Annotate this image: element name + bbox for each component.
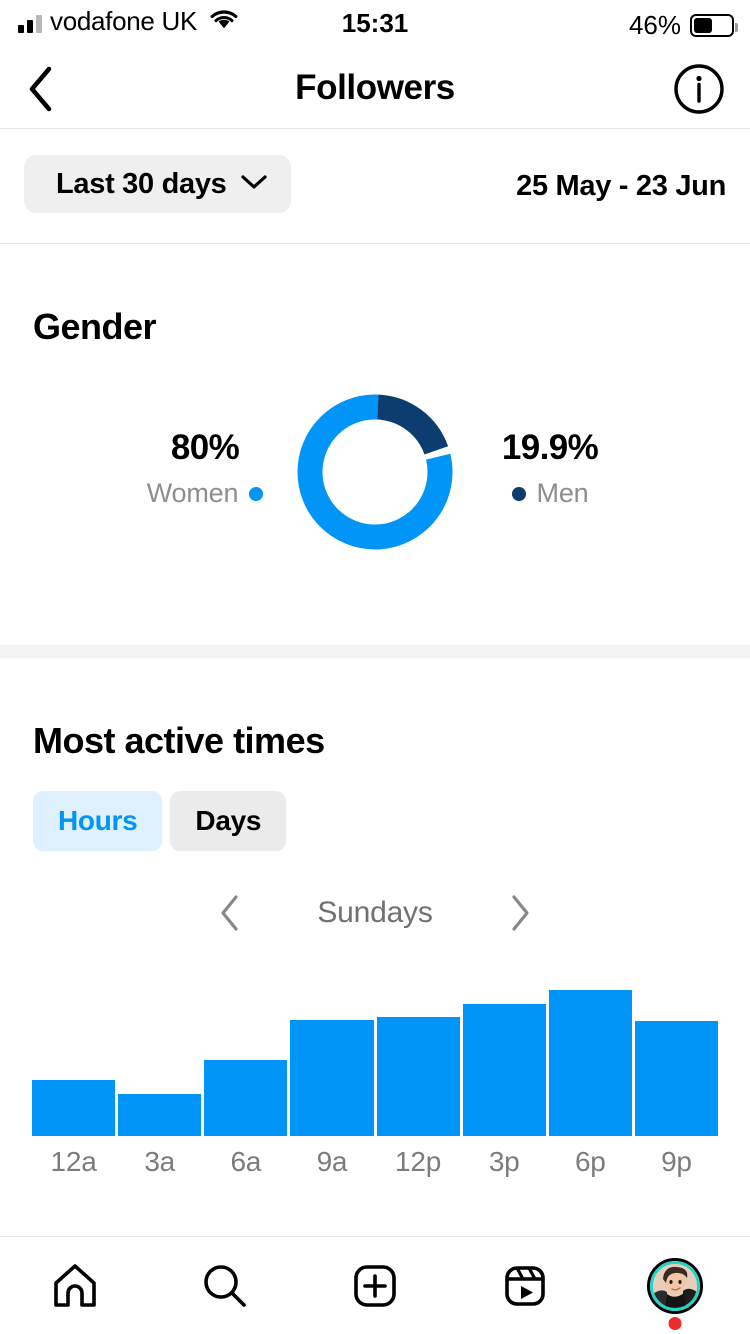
women-percent: 80% <box>170 428 240 467</box>
chevron-right-icon <box>512 895 529 931</box>
chevron-left-icon <box>221 895 238 931</box>
bar-6p[interactable] <box>548 990 632 1136</box>
navigation-bar: Followers <box>0 48 750 128</box>
gender-section: Gender 80% Women 19.9% Men <box>0 244 750 645</box>
activity-bar-chart <box>32 976 718 1136</box>
x-label-9a: 9a <box>316 1146 348 1177</box>
info-circle-icon <box>674 64 724 114</box>
tab-home[interactable] <box>0 1237 150 1334</box>
date-range-selector-label: Last 30 days <box>56 167 227 200</box>
info-button[interactable] <box>672 62 726 116</box>
x-label-6p: 6p <box>574 1146 606 1177</box>
selected-day-label: Sundays <box>317 896 433 929</box>
day-selector: Sundays <box>0 883 750 943</box>
tab-hours[interactable]: Hours <box>33 791 163 851</box>
bar-9p[interactable] <box>634 1021 718 1136</box>
bar-3a[interactable] <box>118 1094 202 1136</box>
filter-row: Last 30 days 25 May - 23 Jun <box>0 129 750 243</box>
profile-notification-dot <box>668 1316 682 1330</box>
avatar-photo <box>653 1263 697 1308</box>
previous-day-button[interactable] <box>195 883 265 943</box>
x-label-9p: 9p <box>661 1146 692 1177</box>
date-range-selector[interactable]: Last 30 days <box>24 155 291 213</box>
bar-chart-x-axis-labels: 12a 3a 6a 9a 12p 3p 6p 9p <box>32 1146 718 1178</box>
next-day-button[interactable] <box>485 883 555 943</box>
most-active-times-title: Most active times <box>33 720 325 761</box>
reels-icon <box>505 1265 545 1306</box>
bar-12p[interactable] <box>376 1017 460 1136</box>
x-label-12a: 12a <box>50 1146 97 1177</box>
section-separator <box>0 645 750 658</box>
bar-12a[interactable] <box>32 1080 116 1136</box>
battery-icon <box>690 14 738 37</box>
status-bar: vodafone UK 15:31 46% <box>0 0 750 48</box>
plus-square-icon <box>354 1264 396 1307</box>
tab-days[interactable]: Days <box>170 791 287 851</box>
x-label-3p: 3p <box>488 1146 520 1177</box>
x-label-3a: 3a <box>144 1146 176 1177</box>
bar-6a[interactable] <box>204 1060 288 1136</box>
date-range-label: 25 May - 23 Jun <box>516 169 726 202</box>
gender-legend-women: 80% Women <box>110 430 300 510</box>
tab-reels[interactable] <box>450 1237 600 1334</box>
men-label: Men <box>536 478 589 508</box>
x-label-12p: 12p <box>395 1146 442 1177</box>
page-title: Followers <box>295 68 455 107</box>
profile-avatar[interactable] <box>647 1257 703 1330</box>
home-icon <box>54 1263 96 1307</box>
women-label: Women <box>146 478 239 508</box>
bar-3p[interactable] <box>462 1004 546 1136</box>
women-legend-dot <box>249 486 264 501</box>
x-label-6a: 6a <box>230 1146 262 1177</box>
gender-section-title: Gender <box>33 306 157 347</box>
chevron-down-icon <box>240 174 267 195</box>
bottom-tab-bar <box>0 1237 750 1334</box>
phone-screen: vodafone UK 15:31 46% Followers Last 30 … <box>0 0 750 1334</box>
status-bar-right: 46% <box>628 10 738 41</box>
battery-percent-label: 46% <box>628 10 681 40</box>
men-percent: 19.9% <box>501 428 599 467</box>
bar-9a[interactable] <box>290 1020 374 1136</box>
most-active-times-section: Most active times Hours Days Sundays 12a… <box>0 658 750 1236</box>
time-granularity-tabs: Hours Days <box>33 791 287 851</box>
bar-group <box>32 976 718 1136</box>
men-legend-dot <box>511 486 526 501</box>
search-icon <box>204 1264 246 1307</box>
tab-profile[interactable] <box>600 1237 750 1334</box>
tab-search[interactable] <box>150 1237 300 1334</box>
tab-create[interactable] <box>300 1237 450 1334</box>
gender-legend-men: 19.9% Men <box>450 430 650 510</box>
